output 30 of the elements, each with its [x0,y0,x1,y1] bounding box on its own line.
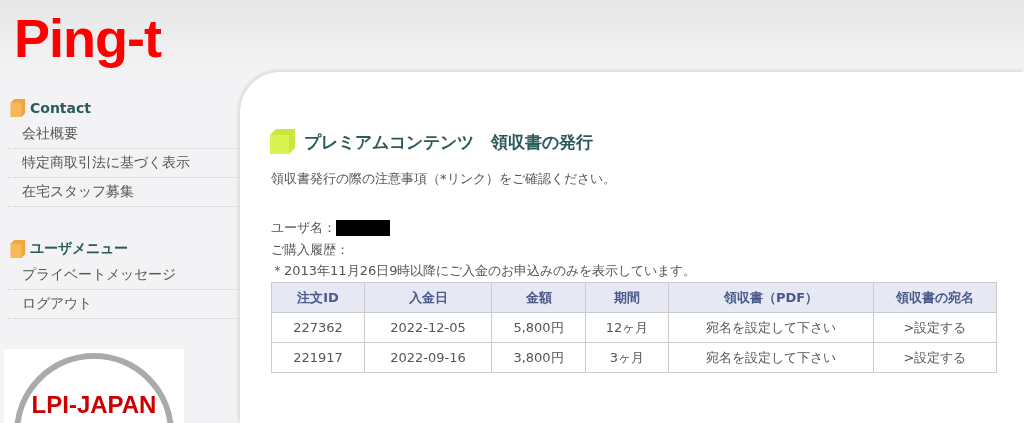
username-label: ユーザ名： [271,219,336,237]
table-cell: 宛名を設定して下さい [668,342,874,373]
history-label: ご購入履歴： [271,241,350,259]
settings-link[interactable]: >設定する [873,312,997,343]
note-text: ＊2013年11月26日9時以降にご入金のお申込みのみを表示しています。 [271,262,698,280]
cube-icon [8,98,26,118]
column-header: 金額 [491,282,586,313]
page-title: プレミアムコンテンツ 領収書の発行 [304,130,593,154]
badge-text: LPI-JAPAN [31,391,157,419]
column-header: 領収書（PDF） [668,282,874,313]
table-cell: 2022-12-05 [364,312,492,343]
table-cell: 221917 [271,342,365,373]
table-cell: 2022-09-16 [364,342,492,373]
column-header: 期間 [585,282,669,313]
redaction-block [336,220,390,236]
table-cell: 5,800円 [491,312,586,343]
sidebar-heading: Contact [30,100,91,116]
table-cell: 3ヶ月 [585,342,669,373]
column-header: 注文ID [271,282,365,313]
cube-icon [268,128,296,156]
column-header: 領収書の宛名 [873,282,997,313]
column-header: 入金日 [364,282,492,313]
notice-text: 領収書発行の際の注意事項（*リンク）をご確認ください。 [271,170,617,188]
table-cell: 12ヶ月 [585,312,669,343]
cube-icon [8,239,26,259]
table-cell: 宛名を設定して下さい [668,312,874,343]
table-cell: 227362 [271,312,365,343]
settings-link[interactable]: >設定する [873,342,997,373]
table-cell: 3,800円 [491,342,586,373]
sidebar-heading: ユーザメニュー [30,240,128,258]
